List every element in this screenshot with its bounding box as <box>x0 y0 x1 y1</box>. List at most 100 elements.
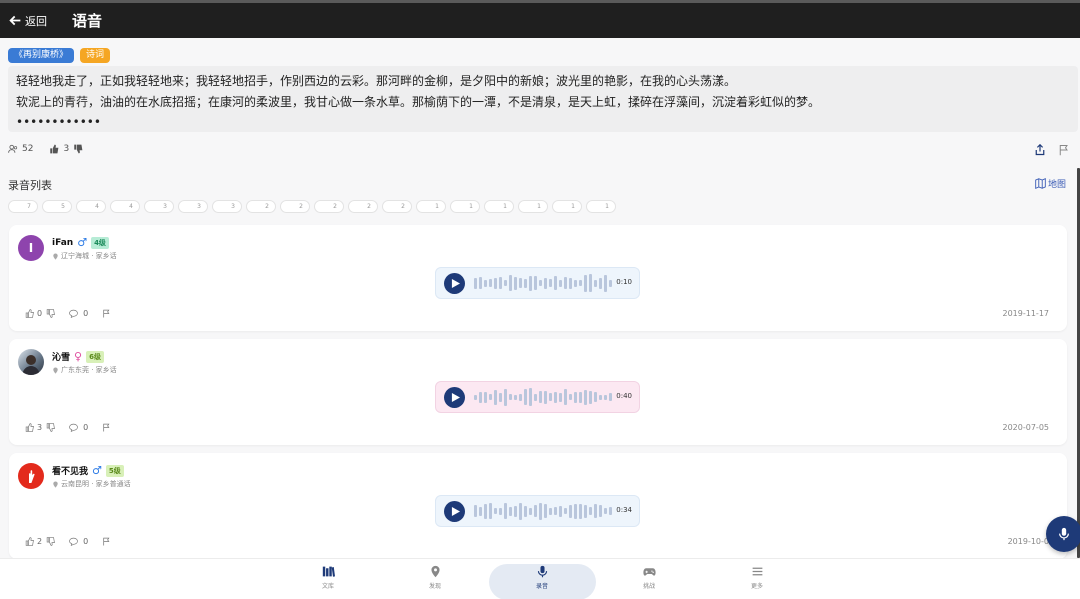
recording-chip[interactable]: 3 <box>212 200 242 213</box>
thumbs-up-icon[interactable] <box>25 423 34 432</box>
location-text: 云南昆明 · 家乡普通话 <box>61 480 131 488</box>
waveform-bar <box>604 274 607 292</box>
comment-count: 0 <box>83 423 89 432</box>
recording-chip[interactable]: 2 <box>314 200 344 213</box>
waveform-bar <box>599 277 602 289</box>
menu-icon <box>752 567 762 576</box>
flag-icon[interactable] <box>102 537 111 546</box>
waveform-bar <box>609 393 612 401</box>
waveform-bar <box>569 504 572 518</box>
nav-discover[interactable]: 发现 <box>415 565 455 590</box>
waveform-bar <box>584 274 587 292</box>
flag-icon[interactable] <box>102 309 111 318</box>
recording-chip[interactable]: 3 <box>178 200 208 213</box>
avatar[interactable]: I <box>18 235 44 261</box>
comment-icon[interactable] <box>69 537 78 546</box>
waveform-bar <box>489 279 492 287</box>
back-button[interactable]: 返回 <box>9 13 47 29</box>
play-button[interactable] <box>444 500 465 522</box>
waveform-bar <box>544 277 547 289</box>
duration: 0:10 <box>616 278 632 286</box>
avatar[interactable] <box>18 463 44 489</box>
user-info: 沁雪 ♀ 6级 <box>52 350 104 363</box>
recording-chip[interactable]: 2 <box>280 200 310 213</box>
share-icon[interactable] <box>1034 144 1046 156</box>
waveform-bar <box>474 277 477 289</box>
waveform-bar <box>554 507 557 515</box>
recording-chip[interactable]: 3 <box>144 200 174 213</box>
waveform-bar <box>584 504 587 518</box>
recording-chip[interactable]: 2 <box>382 200 412 213</box>
poem-ellipsis[interactable]: •••••••••••• <box>16 113 1070 131</box>
recording-chip[interactable]: 4 <box>110 200 140 213</box>
waveform-bar <box>509 394 512 400</box>
poem-actions <box>1034 144 1070 156</box>
audio-player: 0:10 <box>435 267 640 299</box>
thumbs-up-icon[interactable] <box>49 144 59 154</box>
thumbs-down-icon[interactable] <box>46 423 55 432</box>
location-text: 辽宁海城 · 家乡话 <box>61 252 117 260</box>
waveform-bar <box>504 503 507 519</box>
tag-poem-title[interactable]: 《再别康桥》 <box>8 48 75 63</box>
waveform-bar <box>604 394 607 400</box>
play-icon <box>451 278 460 288</box>
waveform-bar <box>574 503 577 519</box>
waveform-bar <box>589 507 592 515</box>
avatar[interactable] <box>18 349 44 375</box>
waveform-bar <box>589 274 592 292</box>
thumbs-up-icon[interactable] <box>25 309 34 318</box>
waveform-bar <box>584 389 587 405</box>
user-name[interactable]: iFan <box>52 238 73 248</box>
user-name[interactable]: 看不见我 <box>52 464 88 477</box>
comment-count: 0 <box>83 309 89 318</box>
play-button[interactable] <box>444 272 465 294</box>
waveform-bar <box>519 393 522 401</box>
thumbs-up-icon[interactable] <box>25 537 34 546</box>
comment-icon[interactable] <box>69 309 78 318</box>
flag-icon[interactable] <box>1058 144 1070 156</box>
play-button[interactable] <box>444 386 465 408</box>
flag-icon[interactable] <box>102 423 111 432</box>
nav-challenge[interactable]: 挑战 <box>629 565 669 590</box>
audio-player: 0:34 <box>435 495 640 527</box>
waveform-bar <box>504 388 507 406</box>
recording-chip[interactable]: 1 <box>552 200 582 213</box>
play-icon <box>451 392 460 402</box>
recording-chip[interactable]: 2 <box>246 200 276 213</box>
thumbs-down-icon[interactable] <box>46 537 55 546</box>
waveform-bar <box>509 506 512 516</box>
waveform-bar <box>569 394 572 400</box>
recording-chip[interactable]: 5 <box>42 200 72 213</box>
nav-more[interactable]: 更多 <box>737 565 777 590</box>
recording-date: 2019-10-0 <box>1007 537 1049 546</box>
thumbs-down-icon[interactable] <box>73 144 83 154</box>
recording-chip[interactable]: 1 <box>518 200 548 213</box>
waveform[interactable] <box>474 501 612 521</box>
level-badge: 4级 <box>91 236 109 249</box>
recording-chip[interactable]: 1 <box>416 200 446 213</box>
user-name[interactable]: 沁雪 <box>52 350 70 363</box>
waveform-bar <box>564 508 567 514</box>
recording-chip[interactable]: 4 <box>76 200 106 213</box>
location-pin-icon <box>430 565 440 578</box>
map-link[interactable]: 地图 <box>1035 177 1066 190</box>
user-location: 辽宁海城 · 家乡话 <box>52 251 117 261</box>
waveform[interactable] <box>474 273 612 293</box>
recording-chip[interactable]: 1 <box>484 200 514 213</box>
nav-library[interactable]: 文库 <box>308 565 348 590</box>
recording-chip[interactable]: 2 <box>348 200 378 213</box>
recording-chip[interactable]: 1 <box>450 200 480 213</box>
waveform-bar <box>609 507 612 515</box>
recording-chip[interactable]: 1 <box>586 200 616 213</box>
comment-icon[interactable] <box>69 423 78 432</box>
poem-line-1: 轻轻地我走了，正如我轻轻地来；我轻轻地招手，作别西边的云彩。那河畔的金柳，是夕阳… <box>16 74 737 88</box>
waveform[interactable] <box>474 387 612 407</box>
top-bar: 返回 语音 <box>0 0 1080 38</box>
nav-record[interactable]: 录音 <box>522 565 562 590</box>
recording-chip[interactable]: 7 <box>8 200 38 213</box>
record-fab-button[interactable] <box>1046 516 1080 552</box>
thumbs-down-icon[interactable] <box>46 309 55 318</box>
waveform-bar <box>599 394 602 400</box>
male-icon: ♂ <box>92 464 102 477</box>
tag-category[interactable]: 诗词 <box>80 48 111 63</box>
